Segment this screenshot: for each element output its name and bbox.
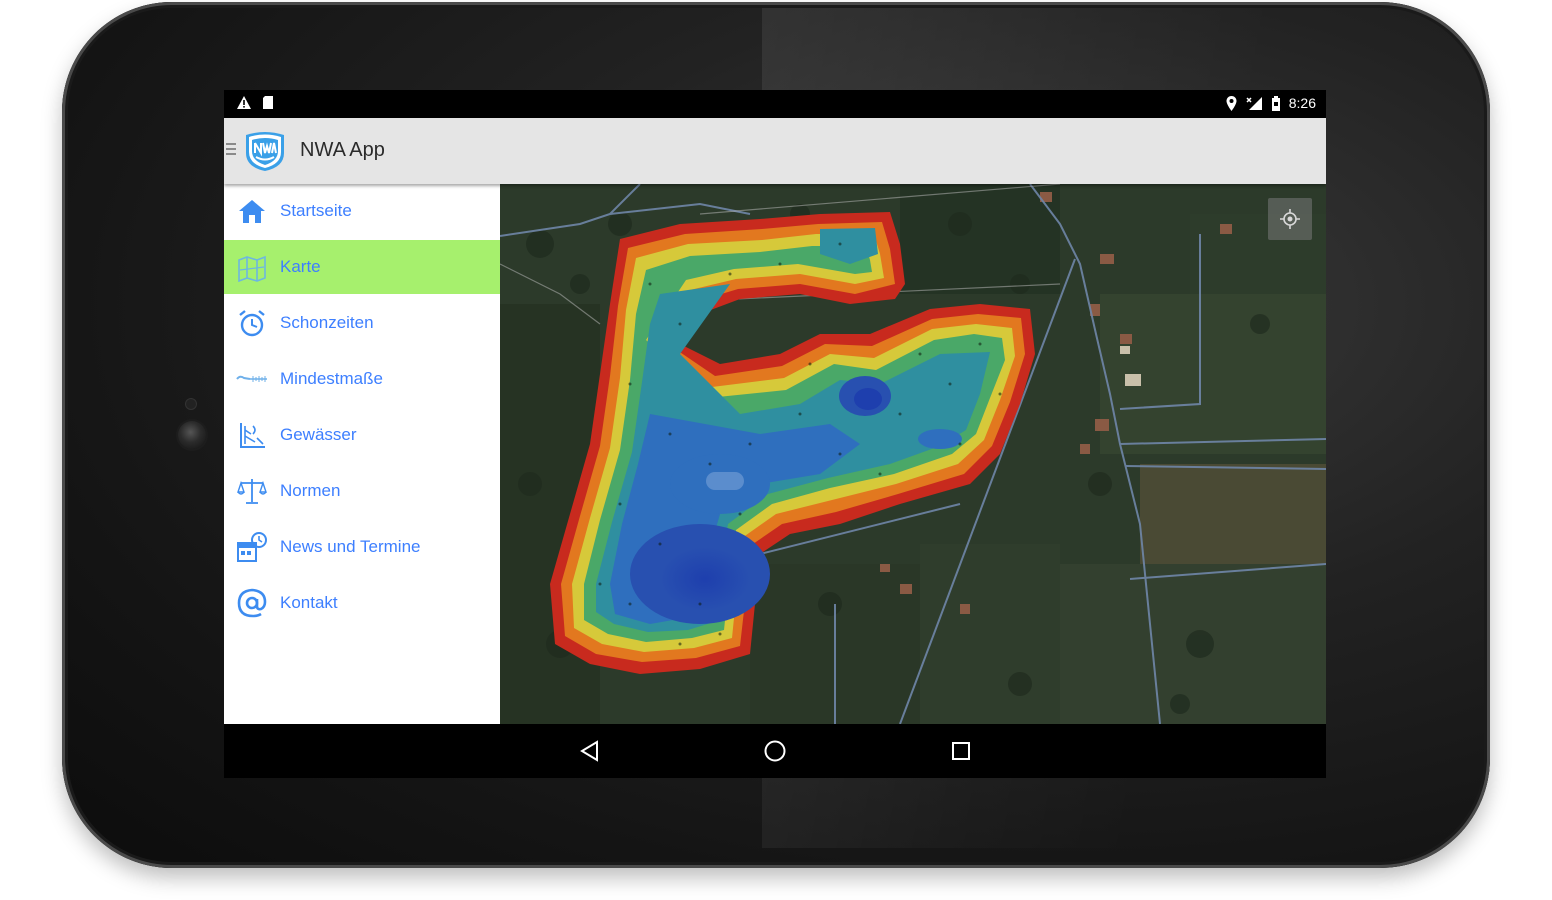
system-navigation-bar bbox=[224, 724, 1326, 778]
nav-item-label: Startseite bbox=[280, 201, 352, 220]
nav-item-label: Mindestmaße bbox=[280, 369, 383, 388]
nav-item-startseite[interactable]: Startseite bbox=[224, 184, 500, 238]
map-icon bbox=[236, 251, 268, 283]
nav-item-schonzeiten[interactable]: Schonzeiten bbox=[224, 296, 500, 350]
nav-item-label: News und Termine bbox=[280, 537, 421, 556]
map-view[interactable] bbox=[500, 184, 1326, 724]
nav-item-label: Schonzeiten bbox=[280, 313, 374, 332]
nav-item-label: Karte bbox=[280, 257, 321, 276]
nav-item-normen[interactable]: Normen bbox=[224, 464, 500, 518]
recents-icon bbox=[952, 742, 970, 760]
nav-item-label: Normen bbox=[280, 481, 341, 500]
status-bar: 8:26 bbox=[224, 90, 1326, 118]
warning-icon bbox=[237, 96, 251, 109]
calendar-icon bbox=[236, 531, 268, 563]
nav-item-news-und-termine[interactable]: News und Termine bbox=[224, 520, 500, 574]
my-location-button[interactable] bbox=[1268, 198, 1312, 240]
back-button[interactable] bbox=[576, 737, 604, 765]
nwa-logo-icon[interactable] bbox=[242, 127, 288, 173]
location-icon bbox=[1226, 95, 1237, 111]
nav-item-label: Gewässer bbox=[280, 425, 357, 444]
my-location-icon bbox=[1280, 209, 1300, 229]
device-screen: 8:26 NWA App Startseite Karte Schonzeite… bbox=[224, 90, 1326, 778]
recents-button[interactable] bbox=[947, 737, 975, 765]
nav-item-label: Kontakt bbox=[280, 593, 338, 612]
clock: 8:26 bbox=[1288, 95, 1316, 111]
nav-item-karte[interactable]: Karte bbox=[224, 240, 500, 294]
scales-icon bbox=[236, 475, 268, 507]
home-button[interactable] bbox=[761, 737, 789, 765]
sensor bbox=[186, 399, 196, 409]
navigation-drawer: Startseite Karte Schonzeiten Mindestmaße… bbox=[224, 184, 500, 724]
satellite-map[interactable] bbox=[500, 184, 1326, 724]
battery-icon bbox=[1271, 95, 1280, 111]
app-bar: NWA App bbox=[224, 118, 1326, 184]
at-icon bbox=[236, 587, 268, 619]
nav-item-mindestmasse[interactable]: Mindestmaße bbox=[224, 352, 500, 406]
front-camera bbox=[178, 421, 206, 449]
app-title: NWA App bbox=[300, 139, 385, 161]
home-circle-icon bbox=[764, 740, 786, 762]
nav-item-kontakt[interactable]: Kontakt bbox=[224, 576, 500, 630]
back-icon bbox=[580, 740, 598, 762]
sd-card-icon bbox=[263, 96, 273, 109]
signal-icon bbox=[1246, 96, 1262, 110]
home-icon bbox=[236, 195, 268, 227]
hamburger-icon[interactable] bbox=[226, 143, 236, 157]
alarm-clock-icon bbox=[236, 307, 268, 339]
water-icon bbox=[236, 419, 268, 451]
nav-item-gewaesser[interactable]: Gewässer bbox=[224, 408, 500, 462]
ruler-icon bbox=[236, 363, 268, 395]
